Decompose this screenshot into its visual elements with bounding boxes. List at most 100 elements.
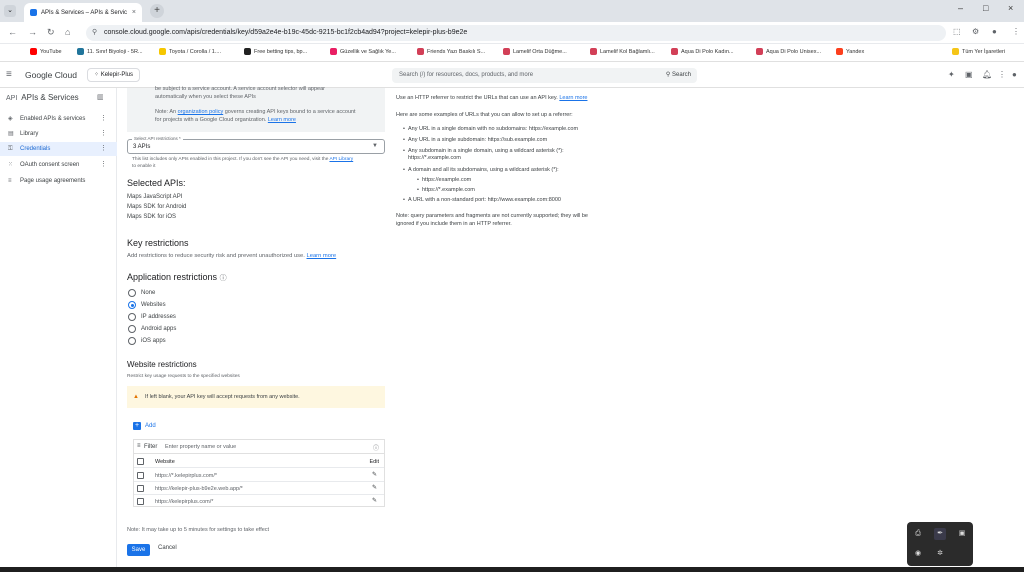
new-tab-icon[interactable]: + [150, 4, 164, 18]
bookmark-item[interactable]: Güzellik ve Sağlık Ye... [330, 48, 396, 55]
forward-icon[interactable]: → [28, 27, 37, 37]
radio-ip-addresses[interactable]: IP addresses [128, 312, 218, 322]
api-library-link[interactable]: API Library [329, 157, 353, 162]
hamburger-menu-icon[interactable]: ≡ [6, 69, 12, 80]
profile-avatar[interactable]: ● [992, 27, 997, 36]
gemini-icon[interactable]: ✦ [948, 70, 955, 79]
selected-api-item: Maps JavaScript API [127, 194, 183, 200]
settings-gear-icon[interactable]: ✲ [934, 548, 946, 560]
bookmark-item[interactable]: Aqua Di Polo Kadın... [671, 48, 734, 55]
cloud-shell-icon[interactable]: ▣ [965, 70, 973, 79]
back-icon[interactable]: ← [8, 27, 17, 37]
row-checkbox[interactable] [137, 472, 144, 479]
sidebar-item-credentials[interactable]: ⚿ Credentials ⋮ [0, 142, 117, 156]
bookmark-item[interactable]: Aqua Di Polo Unisex... [756, 48, 821, 55]
library-icon: ▤ [8, 131, 14, 137]
address-bar[interactable]: ⚲ console.cloud.google.com/apis/credenti… [86, 25, 946, 41]
help-example: A domain and all its subdomains, using a… [403, 167, 559, 174]
filter-input[interactable]: Enter property name or value [165, 444, 236, 450]
key-icon: ⚿ [8, 146, 13, 152]
filter-row[interactable]: ≡ Filter Enter property name or value ⓘ [134, 440, 384, 454]
google-cloud-logo[interactable]: Google Cloud [25, 70, 77, 80]
api-icon: API [6, 95, 18, 102]
cloud-favicon-icon [30, 9, 37, 16]
bookmark-item[interactable]: Lamelif Kol Bağlamlı... [590, 48, 655, 55]
radio-android-apps[interactable]: Android apps [128, 324, 218, 334]
api-restrictions-select[interactable]: Select API restrictions * 3 APIs ▼ [127, 136, 385, 154]
sidebar-item-enabled-apis[interactable]: ◈ Enabled APIs & services ⋮ [0, 112, 117, 126]
notifications-icon[interactable]: 🔔︎ [982, 70, 992, 79]
window-close-icon[interactable]: × [1008, 3, 1013, 13]
cancel-button[interactable]: Cancel [158, 545, 177, 551]
search-input[interactable]: Search (/) for resources, docs, products… [392, 68, 697, 83]
account-avatar[interactable]: ● [1012, 70, 1017, 79]
project-icon: ⁘ [94, 72, 101, 78]
save-button[interactable]: Save [127, 544, 150, 556]
help-example: A URL with a non-standard port: http://w… [403, 197, 561, 204]
sidebar-item-page-usage[interactable]: ≡ Page usage agreements [0, 174, 117, 188]
bookmark-item[interactable]: Friends Yazı Baskılı S... [417, 48, 485, 55]
more-icon[interactable]: ⋮ [100, 158, 107, 172]
home-icon[interactable]: ⌂ [65, 27, 70, 37]
add-website-button[interactable]: + Add [133, 422, 156, 430]
extensions-icon[interactable]: ⚙ [972, 27, 979, 36]
steam-icon[interactable]: ◉ [912, 548, 924, 560]
sidebar-title: API APIs & Services [6, 93, 79, 102]
select-help: This list includes only APIs enabled in … [132, 157, 354, 162]
bookmark-item[interactable]: Toyota / Corolla / 1.... [159, 48, 221, 55]
api-info-box: be subject to a service account. A servi… [127, 86, 385, 132]
select-value: 3 APIs [133, 144, 151, 150]
radio-ios-apps[interactable]: iOS apps [128, 336, 218, 346]
bookmark-item[interactable]: Free betting tips, bp... [244, 48, 307, 55]
learn-more-link[interactable]: Learn more [559, 95, 587, 101]
learn-more-link[interactable]: Learn more [268, 117, 296, 123]
learn-more-link[interactable]: Learn more [307, 253, 337, 259]
org-policy-link[interactable]: organization policy [178, 109, 224, 115]
nvidia-icon[interactable]: ▣ [956, 528, 968, 540]
all-bookmarks[interactable]: Tüm Yer İşaretleri [952, 48, 1005, 55]
site-info-icon[interactable]: ⚲ [92, 25, 97, 41]
tab-close-icon[interactable]: × [132, 9, 136, 16]
project-selector[interactable]: ⁘ Kelepir-Plus [87, 68, 141, 82]
more-icon[interactable]: ⋮ [100, 142, 107, 156]
help-example-cont: https://*.example.com [408, 155, 461, 161]
menu-icon[interactable]: ⋮ [1012, 27, 1020, 36]
maximize-icon[interactable]: □ [983, 3, 988, 13]
radio-none[interactable]: None [128, 288, 218, 298]
sidebar-item-oauth[interactable]: ⁙ OAuth consent screen ⋮ [0, 158, 117, 172]
minimize-icon[interactable]: – [958, 3, 963, 13]
translate-icon[interactable]: ⬚ [953, 27, 961, 36]
sidebar-item-library[interactable]: ▤ Library ⋮ [0, 127, 117, 141]
help-icon[interactable]: ⓘ [373, 443, 379, 452]
bookmark-item[interactable]: Lamelif Orta Düğme... [503, 48, 567, 55]
bookmark-item[interactable]: 11. Sınıf Biyoloji - 5R... [77, 48, 143, 55]
bookmark-item[interactable]: Yandex [836, 48, 864, 55]
reload-icon[interactable]: ↻ [47, 27, 55, 38]
info-line-1: be subject to a service account. A servi… [155, 86, 325, 92]
tab-search-icon[interactable]: ⌄ [4, 5, 16, 17]
more-icon[interactable]: ⋮ [100, 112, 107, 126]
more-icon[interactable]: ⋮ [100, 127, 107, 141]
row-checkbox[interactable] [137, 485, 144, 492]
bookmark-favicon-icon [159, 48, 166, 55]
help-icon[interactable]: ⓘ [220, 275, 227, 282]
pin-icon[interactable]: ▥ [97, 93, 104, 101]
row-checkbox[interactable] [137, 498, 144, 505]
radio-websites[interactable]: Websites [128, 300, 218, 310]
selected-apis-title: Selected APIs: [127, 178, 186, 188]
browser-tab[interactable]: APIs & Services – APIs & Servic × [24, 3, 142, 22]
bookmark-item[interactable]: YouTube [30, 48, 62, 55]
more-options-icon[interactable]: ⋮ [998, 70, 1006, 79]
pen-icon[interactable]: ✒ [934, 528, 946, 540]
select-all-checkbox[interactable] [137, 458, 144, 465]
selected-api-item: Maps SDK for Android [127, 204, 187, 210]
edit-icon[interactable]: ✎ [372, 484, 377, 491]
edit-icon[interactable]: ✎ [372, 497, 377, 504]
website-restrictions-title: Website restrictions [127, 360, 197, 369]
usb-icon[interactable]: ⎙ [912, 528, 924, 540]
search-button[interactable]: ⚲ Search [666, 68, 691, 83]
edit-icon[interactable]: ✎ [372, 471, 377, 478]
project-name: Kelepir-Plus [100, 72, 134, 78]
help-example: Any subdomain in a single domain, using … [403, 148, 564, 155]
blank-warning: ▲ If left blank, your API key will accep… [127, 386, 385, 408]
